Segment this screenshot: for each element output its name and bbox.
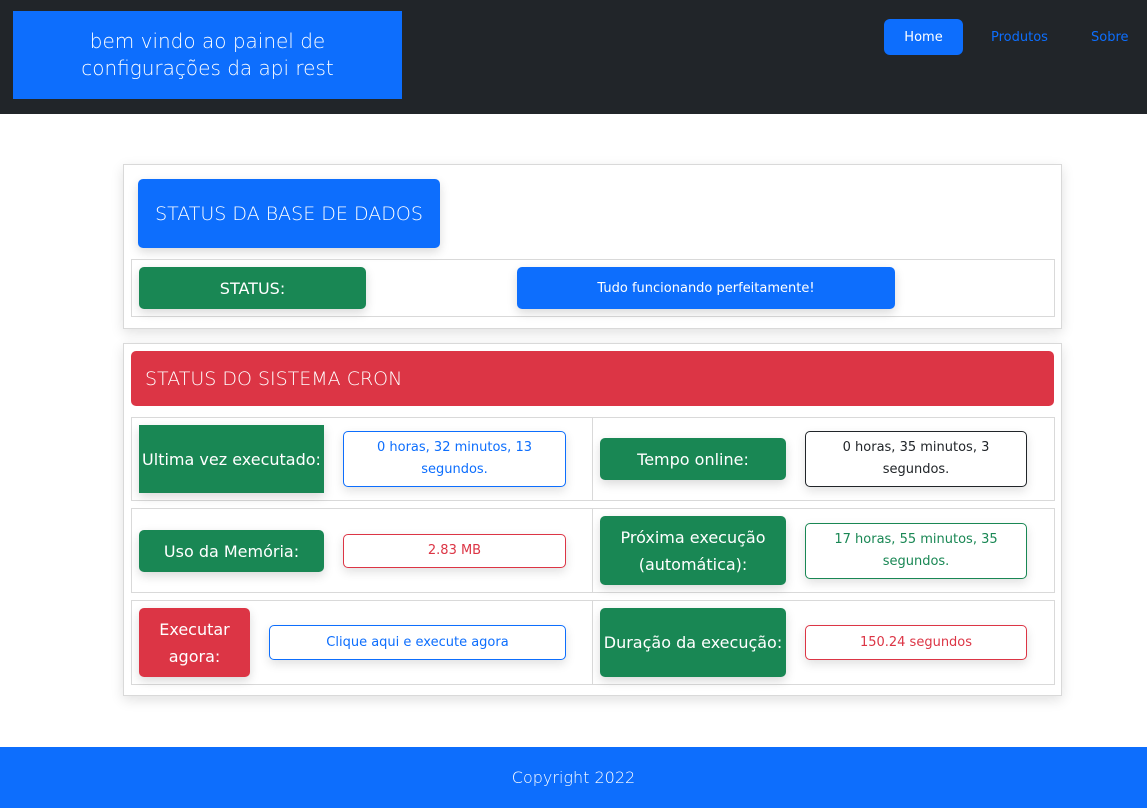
database-status-value: Tudo funcionando perfeitamente! [517, 267, 895, 309]
last-run-value: 0 horas, 32 minutos, 13 segundos. [343, 431, 566, 487]
uptime-label: Tempo online: [600, 438, 786, 480]
last-run-label: Ultima vez executado: [139, 425, 324, 493]
database-status-row: STATUS: Tudo funcionando perfeitamente! [131, 259, 1055, 317]
duration-cell: Duração da execução: 150.24 segundos [592, 600, 1055, 685]
nav-home-button[interactable]: Home [884, 19, 963, 55]
footer: Copyright 2022 [0, 747, 1147, 808]
copyright-text: Copyright 2022 [511, 768, 636, 787]
cron-status-panel: STATUS DO SISTEMA CRON Ultima vez execut… [123, 343, 1062, 696]
database-status-title: STATUS DA BASE DE DADOS [138, 179, 440, 248]
database-status-panel: STATUS DA BASE DE DADOS STATUS: Tudo fun… [123, 164, 1062, 329]
cron-status-title: STATUS DO SISTEMA CRON [131, 351, 1054, 406]
uptime-cell: Tempo online: 0 horas, 35 minutos, 3 seg… [592, 417, 1055, 501]
brand-banner: bem vindo ao painel de configurações da … [13, 11, 402, 99]
next-run-cell: Próxima execução (automática): 17 horas,… [592, 508, 1055, 593]
next-run-value: 17 horas, 55 minutos, 35 segundos. [805, 523, 1027, 579]
last-run-cell: Ultima vez executado: 0 horas, 32 minuto… [131, 417, 593, 501]
memory-label: Uso da Memória: [139, 530, 324, 572]
memory-value: 2.83 MB [343, 534, 566, 568]
nav-produtos-link[interactable]: Produtos [991, 19, 1048, 55]
duration-label: Duração da execução: [600, 608, 786, 677]
run-now-cell: Executar agora: Clique aqui e execute ag… [131, 600, 593, 685]
memory-cell: Uso da Memória: 2.83 MB [131, 508, 593, 593]
uptime-value: 0 horas, 35 minutos, 3 segundos. [805, 431, 1027, 487]
duration-value: 150.24 segundos [805, 625, 1027, 660]
nav-sobre-link[interactable]: Sobre [1091, 19, 1129, 55]
run-now-button[interactable]: Clique aqui e execute agora [269, 625, 566, 660]
next-run-label: Próxima execução (automática): [600, 516, 786, 585]
database-status-label: STATUS: [139, 267, 366, 309]
top-navbar: bem vindo ao painel de configurações da … [0, 0, 1147, 114]
run-now-label: Executar agora: [139, 608, 250, 677]
